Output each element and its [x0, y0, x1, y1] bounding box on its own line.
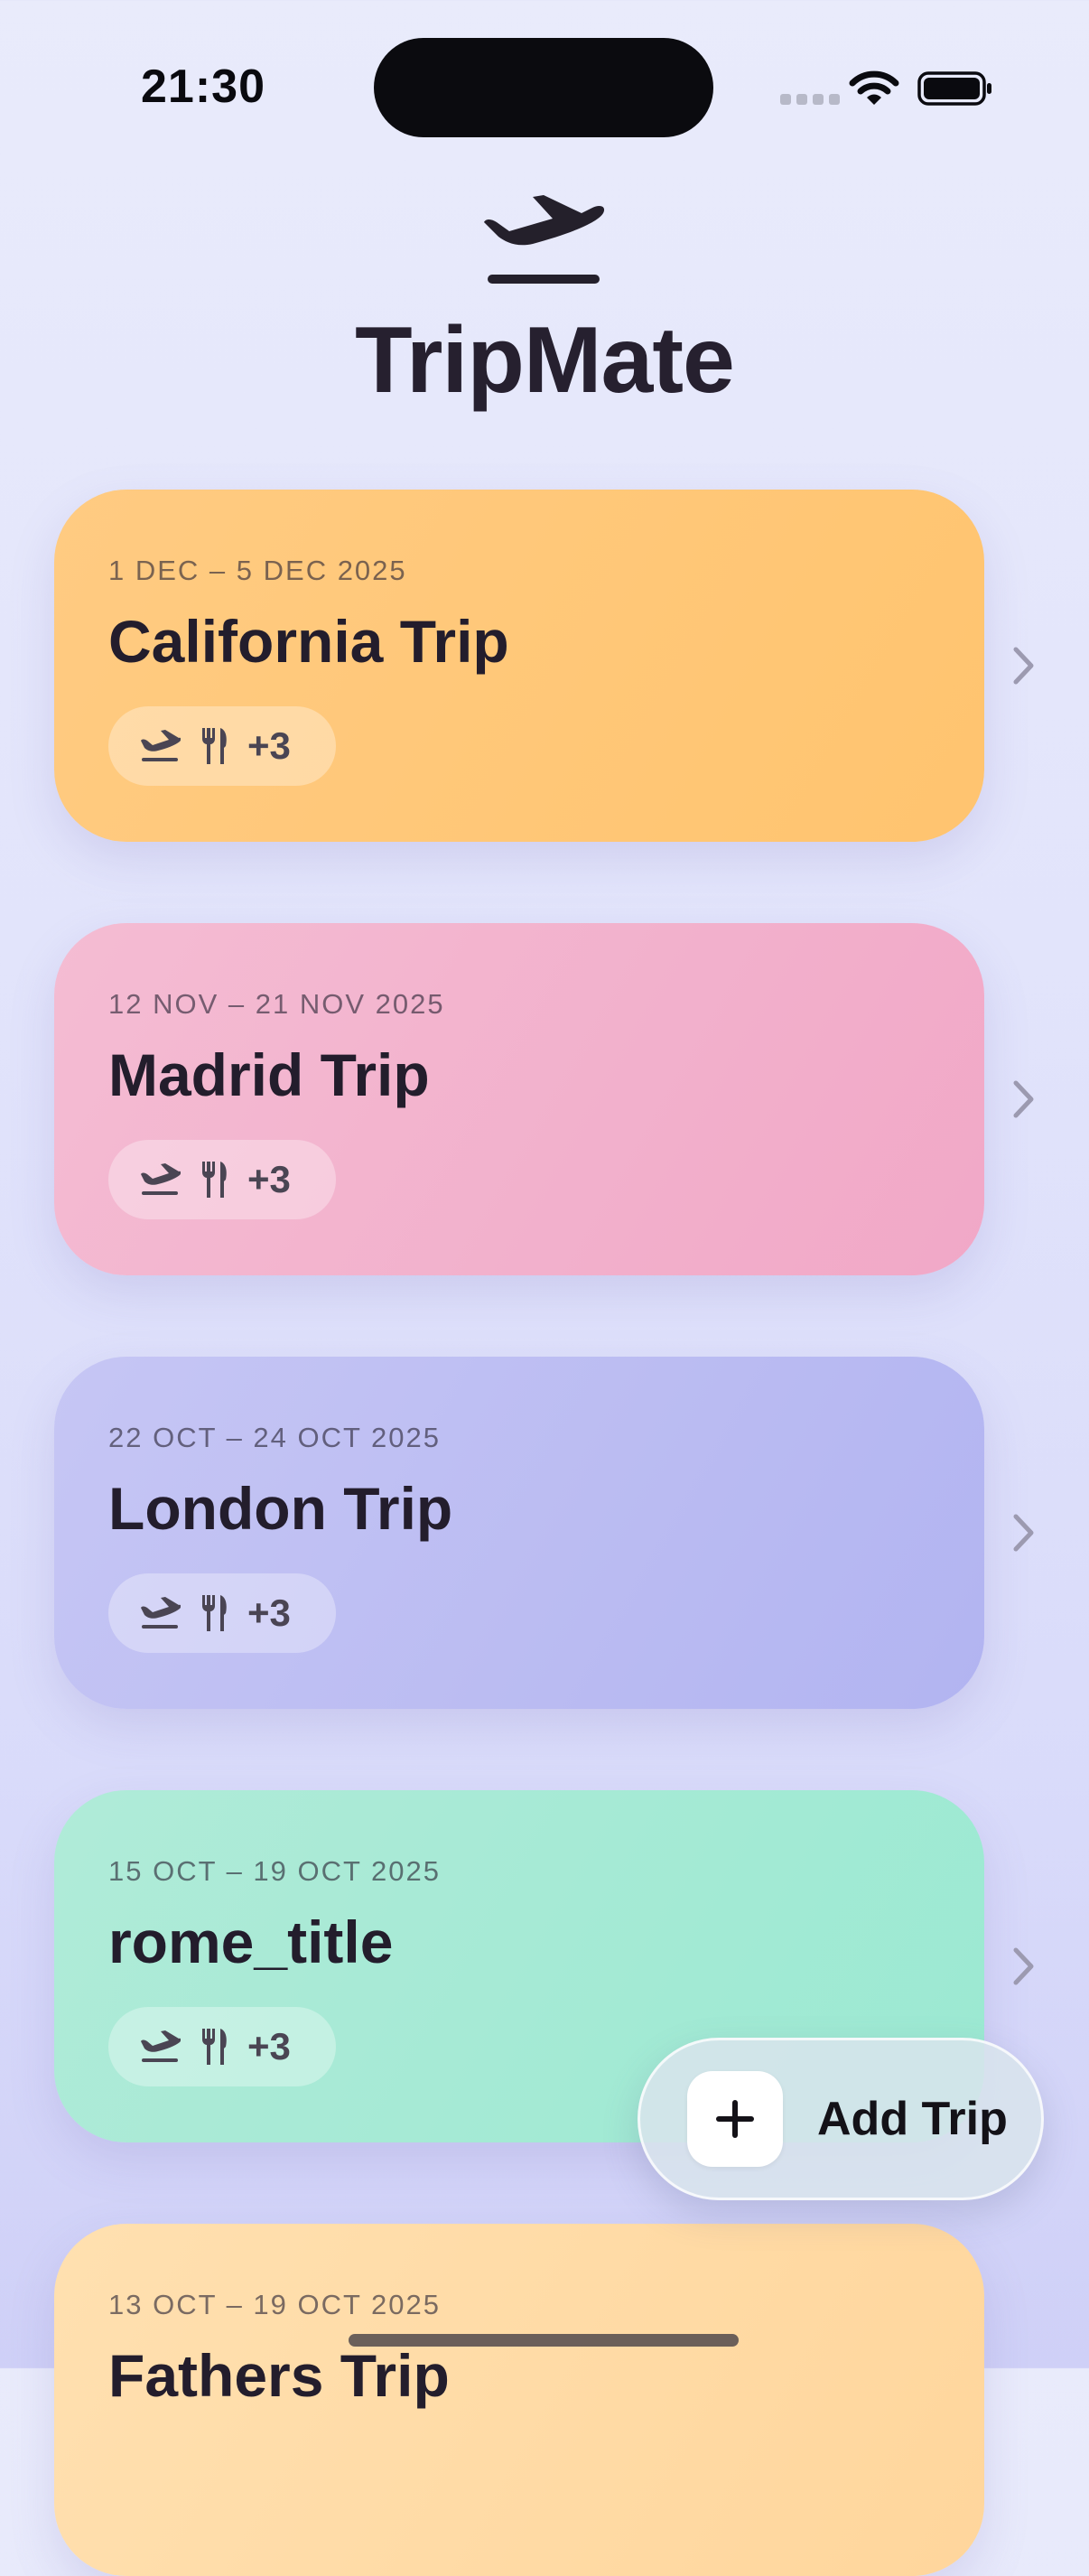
trip-card-california[interactable]: 1 DEC – 5 DEC 2025 California Trip +3: [54, 490, 984, 842]
trip-title: Madrid Trip: [108, 1041, 430, 1108]
trip-dates: 22 OCT – 24 OCT 2025: [108, 1422, 441, 1453]
trip-tags: +3: [108, 2007, 336, 2086]
trip-tags: +3: [108, 706, 336, 786]
more-tags-count: +3: [247, 1591, 291, 1634]
dining-icon: [202, 1162, 227, 1198]
trip-tags: +3: [108, 1573, 336, 1653]
trip-dates: 1 DEC – 5 DEC 2025: [108, 555, 407, 586]
chevron-right-icon[interactable]: [1011, 1512, 1037, 1554]
trip-dates: 15 OCT – 19 OCT 2025: [108, 1855, 441, 1887]
flight-icon: [141, 2030, 181, 2062]
trip-tags: +3: [108, 1140, 336, 1219]
trip-list: 1 DEC – 5 DEC 2025 California Trip +3 12…: [0, 0, 1089, 2576]
trip-title: California Trip: [108, 608, 509, 675]
trip-card-fathers[interactable]: 13 OCT – 19 OCT 2025 Fathers Trip: [54, 2224, 984, 2576]
dining-icon: [202, 728, 227, 764]
trip-dates: 12 NOV – 21 NOV 2025: [108, 988, 445, 1020]
trip-title: rome_title: [108, 1909, 394, 1975]
dining-icon: [202, 1595, 227, 1631]
flight-icon: [141, 1597, 181, 1629]
trip-card-london[interactable]: 22 OCT – 24 OCT 2025 London Trip +3: [54, 1357, 984, 1709]
add-trip-button[interactable]: Add Trip: [638, 2038, 1044, 2200]
plus-icon: [716, 2100, 754, 2138]
dining-icon: [202, 2029, 227, 2065]
flight-icon: [141, 1163, 181, 1195]
trip-title: London Trip: [108, 1475, 453, 1542]
trip-dates: 13 OCT – 19 OCT 2025: [108, 2289, 441, 2320]
home-indicator: [349, 2334, 739, 2347]
add-trip-label: Add Trip: [817, 2093, 1008, 2145]
trip-card-madrid[interactable]: 12 NOV – 21 NOV 2025 Madrid Trip +3: [54, 923, 984, 1275]
chevron-right-icon[interactable]: [1011, 1078, 1037, 1120]
more-tags-count: +3: [247, 1158, 291, 1200]
chevron-right-icon[interactable]: [1011, 1946, 1037, 1987]
chevron-right-icon[interactable]: [1011, 645, 1037, 686]
trip-title: Fathers Trip: [108, 2342, 450, 2409]
flight-icon: [141, 730, 181, 761]
add-icon-box: [687, 2071, 783, 2167]
more-tags-count: +3: [247, 2025, 291, 2067]
more-tags-count: +3: [247, 724, 291, 767]
